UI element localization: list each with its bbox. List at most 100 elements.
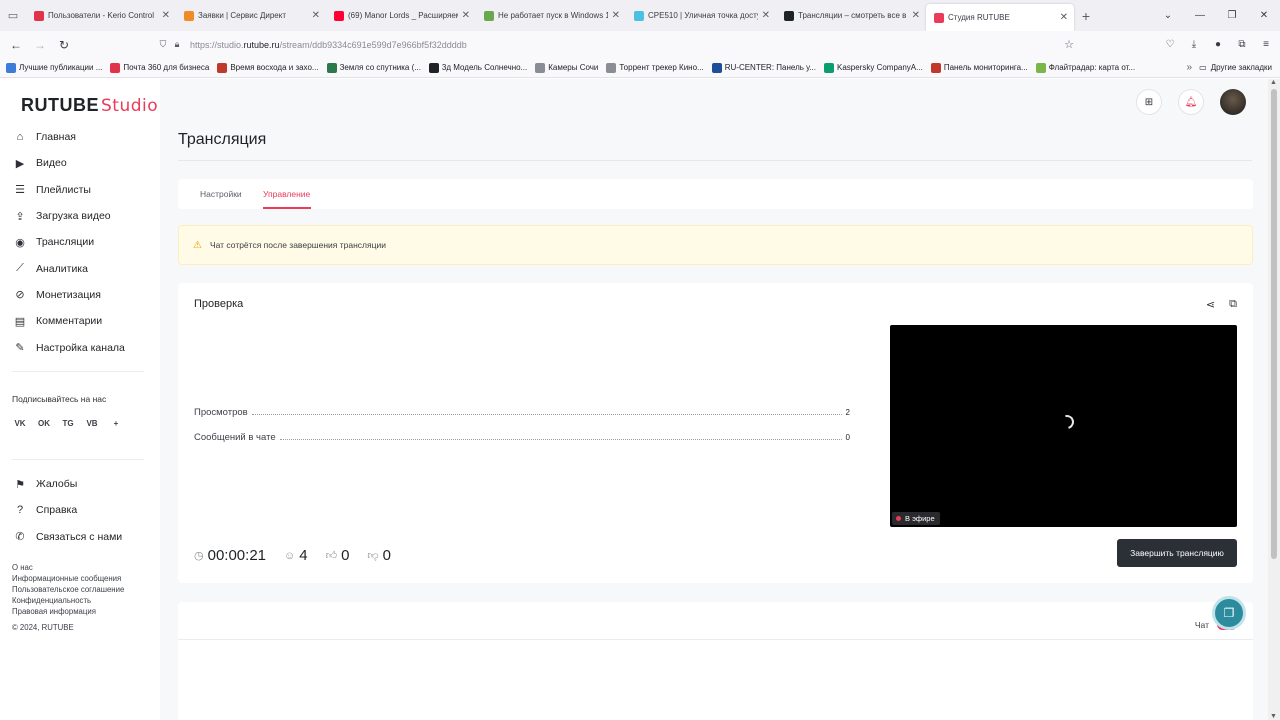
tab-close-icon[interactable]: ✕: [612, 10, 620, 21]
bookmark-item[interactable]: Панель мониторинга...: [930, 62, 1028, 73]
tab-favicon-icon: [484, 10, 494, 21]
lock-icon[interactable]: 🔒︎: [170, 39, 184, 50]
extensions-icon[interactable]: ⧉: [1234, 39, 1250, 50]
tab-close-icon[interactable]: ✕: [462, 10, 470, 21]
browser-tab[interactable]: Пользователи - Kerio Control ✕: [26, 0, 176, 31]
social-link-icon[interactable]: +: [108, 415, 124, 431]
minimize-icon[interactable]: —: [1184, 10, 1216, 21]
maximize-icon[interactable]: ❐: [1216, 10, 1248, 21]
sidebar-item-8[interactable]: ✎ Настройка канала: [12, 334, 152, 360]
social-link-icon[interactable]: VB: [84, 415, 100, 431]
sidebar-item-secondary-2[interactable]: ✆ Связаться с нами: [12, 524, 152, 550]
sidebar-item-2[interactable]: ☰ Плейлисты: [12, 177, 152, 203]
stream-title: Проверка: [194, 298, 244, 310]
sidebar-item-secondary-0[interactable]: ⚑ Жалобы: [12, 471, 152, 497]
bookmark-label: Панель мониторинга...: [943, 63, 1028, 72]
social-link-icon[interactable]: VK: [12, 415, 28, 431]
bookmark-item[interactable]: Kaspersky CompanyA...: [824, 62, 923, 73]
bookmark-label: Камеры Сочи: [548, 63, 599, 72]
page-scrollbar[interactable]: ▲ ▼: [1268, 79, 1280, 720]
bookmark-label: Лучшие публикации ...: [19, 63, 103, 72]
notifications-button[interactable]: 🔔︎: [1178, 89, 1204, 115]
sidebar-item-4[interactable]: ◉ Трансляции: [12, 229, 152, 255]
footer-link[interactable]: Информационные сообщения: [12, 573, 124, 584]
reload-icon[interactable]: ↻: [52, 38, 76, 52]
bookmark-item[interactable]: 3д Модель Солнечно...: [428, 62, 527, 73]
folder-icon: ▭: [1199, 63, 1207, 72]
sidebar-item-secondary-1[interactable]: ? Справка: [12, 497, 152, 523]
bookmark-favicon-icon: [824, 62, 834, 73]
tab-close-icon[interactable]: ✕: [912, 10, 920, 21]
pocket-icon[interactable]: ♡: [1162, 39, 1178, 50]
browser-tab[interactable]: Трансляции – смотреть все в ✕: [776, 0, 926, 31]
support-chat-button[interactable]: ❐: [1212, 596, 1246, 630]
bookmark-favicon-icon: [428, 62, 439, 73]
bookmark-item[interactable]: Торрент трекер Кино...: [606, 62, 704, 73]
bookmarks-overflow-icon[interactable]: »: [1186, 62, 1192, 73]
forward-icon[interactable]: →: [28, 38, 52, 52]
sidebar-item-0[interactable]: ⌂ Главная: [12, 124, 152, 150]
add-content-button[interactable]: ⊞: [1136, 89, 1162, 115]
scroll-down-icon[interactable]: ▼: [1270, 713, 1277, 720]
sidebar-item-3[interactable]: ⇪ Загрузка видео: [12, 203, 152, 229]
tab-close-icon[interactable]: ✕: [1060, 12, 1068, 23]
menu-icon[interactable]: ≡: [1258, 39, 1274, 50]
bookmark-item[interactable]: Время восхода и захо...: [217, 62, 319, 73]
bookmark-item[interactable]: Земля со спутника (...: [326, 62, 421, 73]
tab-close-icon[interactable]: ✕: [312, 10, 320, 21]
rutube-studio-logo[interactable]: RUTUBE Studio: [21, 95, 158, 116]
bookmark-star-icon[interactable]: ☆: [1064, 38, 1074, 51]
stat-views: Просмотров 2: [194, 407, 850, 418]
social-link-icon[interactable]: OK: [36, 415, 52, 431]
extension-icon[interactable]: ●: [1210, 39, 1226, 50]
browser-tab[interactable]: Заявки | Сервис Директ ✕: [176, 0, 326, 31]
bookmark-item[interactable]: RU-CENTER: Панель у...: [711, 62, 816, 73]
page-title: Трансляция: [178, 131, 267, 148]
downloads-icon[interactable]: ⤓: [1186, 39, 1202, 50]
title-divider: [178, 160, 1252, 161]
sidebar-item-6[interactable]: ⊘ Монетизация: [12, 282, 152, 308]
browser-tab[interactable]: Не работает пуск в Windows 1 ✕: [476, 0, 626, 31]
stream-counters: ◷ 00:00:21 ☺ 4 👍︎ 0 👎︎ 0: [194, 547, 409, 564]
sidebar-item-5[interactable]: ⟋ Аналитика: [12, 255, 152, 281]
open-external-icon[interactable]: ⧉: [1229, 298, 1237, 311]
avatar[interactable]: [1220, 89, 1246, 115]
bookmark-item[interactable]: Флайтрадар: карта от...: [1035, 62, 1135, 73]
url-prefix: https://studio.: [190, 39, 244, 50]
stat-value: 0: [845, 433, 850, 442]
scrollbar-thumb[interactable]: [1271, 89, 1277, 559]
tab-management[interactable]: Управление: [263, 189, 310, 199]
bookmark-item[interactable]: Почта 360 для бизнеса: [110, 62, 209, 73]
new-tab-icon[interactable]: +: [1074, 8, 1098, 24]
scroll-up-icon[interactable]: ▲: [1270, 79, 1277, 86]
tab-close-icon[interactable]: ✕: [762, 10, 770, 21]
footer-link[interactable]: Правовая информация: [12, 606, 124, 617]
tab-list-button[interactable]: ▭: [0, 0, 26, 31]
close-window-icon[interactable]: ✕: [1248, 10, 1280, 21]
back-icon[interactable]: ←: [4, 38, 28, 52]
other-bookmarks[interactable]: ▭ Другие закладки: [1199, 63, 1272, 72]
social-link-icon[interactable]: TG: [60, 415, 76, 431]
sidebar-item-1[interactable]: ▶ Видео: [12, 150, 152, 176]
end-stream-button[interactable]: Завершить трансляцию: [1117, 539, 1237, 567]
analytics-icon: ⟋: [16, 262, 24, 275]
tab-overflow-icon[interactable]: ⌄: [1152, 10, 1184, 21]
bookmark-item[interactable]: Лучшие публикации ...: [6, 62, 103, 73]
shield-icon[interactable]: ⛉: [156, 39, 170, 50]
browser-tab-active[interactable]: Студия RUTUBE ✕: [926, 4, 1074, 31]
dislikes-counter: 👎︎ 0: [367, 547, 391, 564]
browser-tab[interactable]: CPE510 | Уличная точка досту ✕: [626, 0, 776, 31]
tab-settings[interactable]: Настройки: [200, 189, 242, 199]
footer-link[interactable]: Конфиденциальность: [12, 595, 124, 606]
footer-link[interactable]: Пользовательское соглашение: [12, 584, 124, 595]
bookmark-item[interactable]: Камеры Сочи: [535, 62, 599, 73]
sidebar-item-label: Аналитика: [36, 262, 88, 275]
tab-close-icon[interactable]: ✕: [162, 10, 170, 21]
browser-tab[interactable]: (69) Manor Lords _ Расширяем ✕: [326, 0, 476, 31]
share-icon[interactable]: ⋖: [1206, 298, 1215, 311]
video-player[interactable]: В эфире: [890, 325, 1237, 527]
bookmark-favicon-icon: [930, 62, 941, 73]
footer-link[interactable]: О нас: [12, 562, 124, 573]
url-bar[interactable]: ⛉ 🔒︎ https://studio.rutube.ru/stream/ddb…: [156, 34, 1080, 55]
sidebar-item-7[interactable]: ▤ Комментарии: [12, 308, 152, 334]
